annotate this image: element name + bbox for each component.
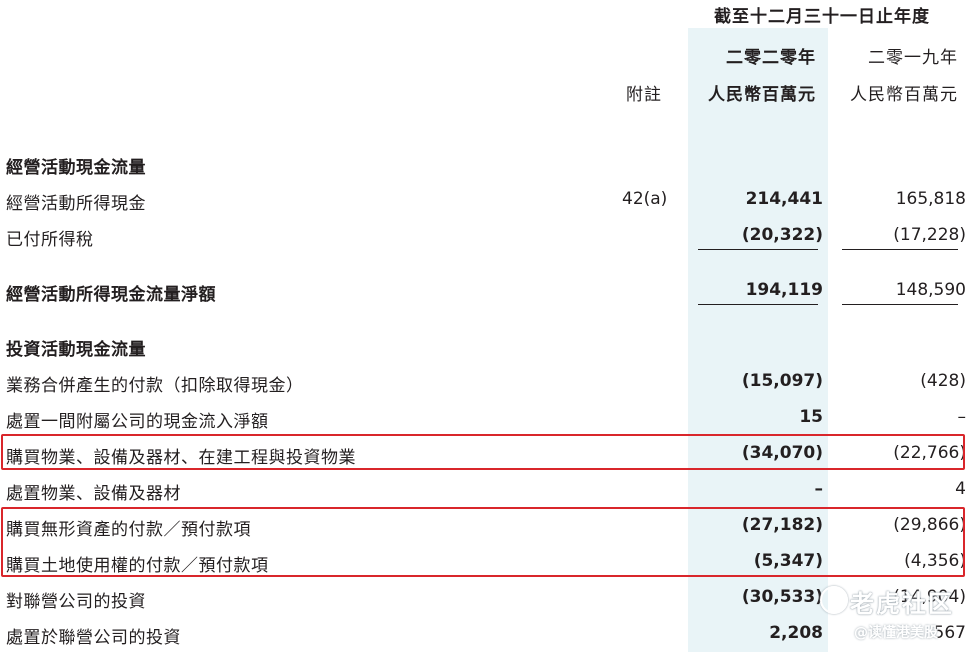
table-row-total: 經營活動所得現金流量淨額 194,119 148,590 — [0, 272, 972, 308]
section-heading-investing: 投資活動現金流量 — [0, 327, 972, 363]
subtotal-rule-current — [698, 249, 818, 250]
total-rule-current — [698, 304, 818, 305]
row-label: 已付所得稅 — [6, 230, 94, 250]
value-prior: 165,818 — [895, 189, 966, 209]
watermark-brand: 老虎社区 — [850, 590, 954, 618]
year-prior-header: 二零一九年 — [868, 48, 958, 68]
row-label: 處置於聯營公司的投資 — [6, 628, 181, 648]
value-current: 194,119 — [745, 280, 823, 300]
value-current: (30,533) — [741, 587, 823, 607]
value-current: – — [814, 479, 824, 499]
value-prior: 4 — [955, 479, 966, 499]
value-current: 15 — [799, 407, 823, 427]
highlight-box-intangibles-land — [1, 507, 965, 577]
row-note: 42(a) — [622, 189, 668, 209]
total-rule-prior — [842, 304, 958, 305]
table-row: 業務合併產生的付款（扣除取得現金） (15,097) (428) — [0, 363, 972, 399]
value-current: 2,208 — [769, 623, 823, 643]
table-row: 處置於聯營公司的投資 2,208 567 — [0, 615, 972, 651]
value-current: (15,097) — [741, 371, 823, 391]
table-row: 處置一間附屬公司的現金流入淨額 15 – — [0, 399, 972, 435]
value-prior: 148,590 — [895, 280, 966, 300]
row-label: 處置一間附屬公司的現金流入淨額 — [6, 412, 269, 432]
table-row: 經營活動所得現金 42(a) 214,441 165,818 — [0, 181, 972, 217]
value-current: (20,322) — [741, 225, 823, 245]
row-label: 經營活動所得現金流量淨額 — [6, 285, 216, 305]
row-label: 經營活動現金流量 — [6, 158, 146, 178]
row-label: 業務合併產生的付款（扣除取得現金） — [6, 376, 304, 396]
unit-prior-header: 人民幣百萬元 — [850, 85, 958, 105]
section-heading-operating: 經營活動現金流量 — [0, 145, 972, 181]
table-row: 處置物業、設備及器材 – 4 — [0, 471, 972, 507]
watermark-handle: @读懂港美股 — [854, 625, 938, 641]
unit-current-header: 人民幣百萬元 — [708, 85, 816, 105]
watermark-logo-icon — [820, 586, 848, 614]
highlight-box-ppe-purchase — [1, 434, 965, 470]
value-prior: (17,228) — [893, 225, 966, 245]
table-row: 已付所得稅 (20,322) (17,228) — [0, 217, 972, 253]
value-prior: – — [957, 407, 967, 427]
value-current: 214,441 — [745, 189, 823, 209]
row-label: 對聯營公司的投資 — [6, 592, 146, 612]
row-label: 經營活動所得現金 — [6, 194, 146, 214]
row-label: 處置物業、設備及器材 — [6, 484, 181, 504]
year-current-header: 二零二零年 — [726, 48, 816, 68]
subtotal-rule-prior — [842, 249, 958, 250]
value-prior: (428) — [920, 371, 966, 391]
period-header: 截至十二月三十一日止年度 — [714, 7, 930, 27]
row-label: 投資活動現金流量 — [6, 340, 146, 360]
note-column-header: 附註 — [626, 85, 662, 105]
